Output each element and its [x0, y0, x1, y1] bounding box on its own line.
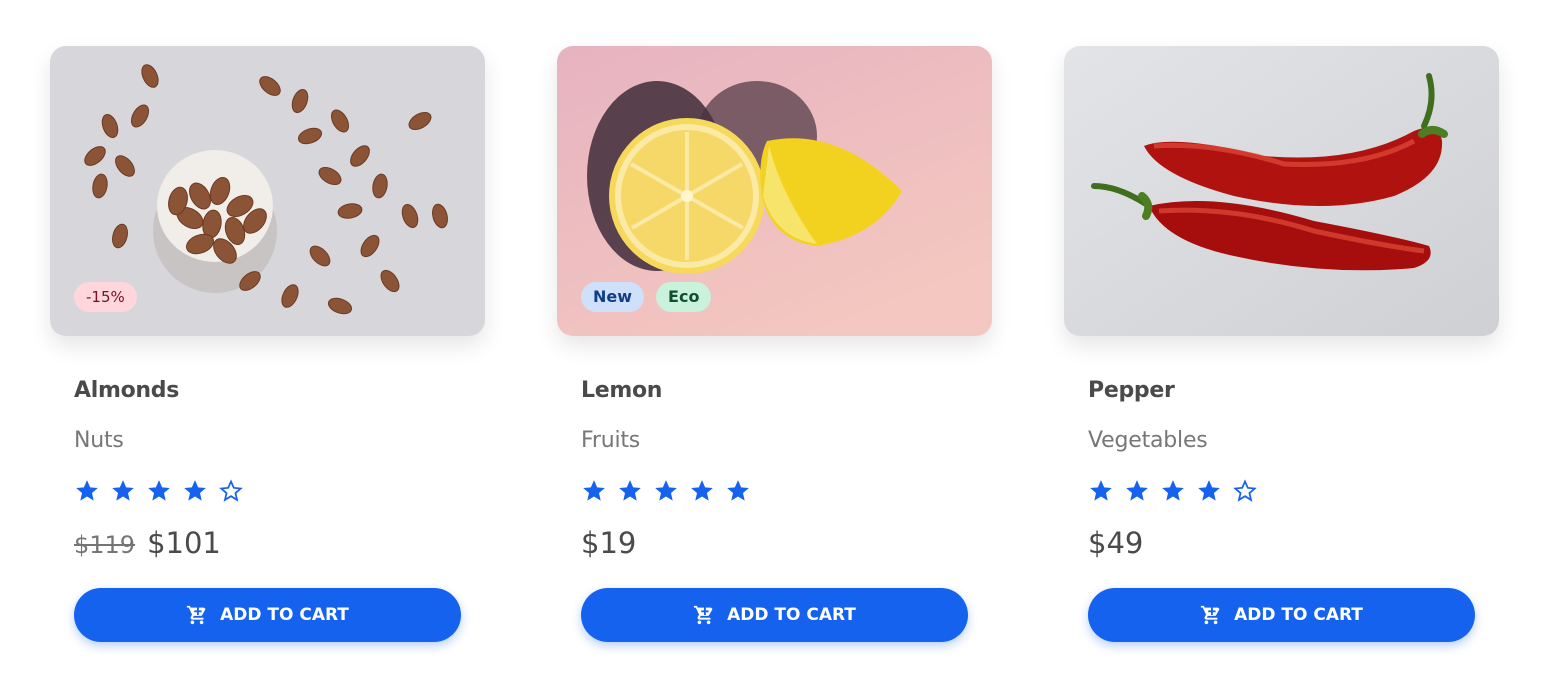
- star-filled-icon[interactable]: [1124, 478, 1150, 504]
- star-filled-icon[interactable]: [1088, 478, 1114, 504]
- badge-list: New Eco: [581, 282, 712, 312]
- price-block: $119 $101: [74, 526, 461, 562]
- star-filled-icon[interactable]: [653, 478, 679, 504]
- add-to-cart-label: ADD TO CART: [1234, 605, 1363, 625]
- star-filled-icon[interactable]: [146, 478, 172, 504]
- rating-stars[interactable]: [581, 478, 968, 504]
- current-price: $49: [1088, 526, 1144, 560]
- rating-stars[interactable]: [74, 478, 461, 504]
- star-outline-icon[interactable]: [1232, 478, 1258, 504]
- product-card-almonds: -15% Almonds Nuts $119 $101 ADD TO CART: [50, 46, 485, 642]
- cart-plus-icon: [1200, 605, 1220, 625]
- badge-list: -15%: [74, 282, 137, 312]
- product-image-almonds[interactable]: -15%: [50, 46, 485, 336]
- product-category: Vegetables: [1088, 428, 1208, 453]
- star-filled-icon[interactable]: [689, 478, 715, 504]
- product-name[interactable]: Almonds: [74, 378, 461, 406]
- current-price: $101: [147, 526, 221, 560]
- product-name[interactable]: Pepper: [1088, 378, 1475, 406]
- product-image-lemon[interactable]: New Eco: [557, 46, 992, 336]
- product-name[interactable]: Lemon: [581, 378, 968, 406]
- star-outline-icon[interactable]: [218, 478, 244, 504]
- star-filled-icon[interactable]: [110, 478, 136, 504]
- star-filled-icon[interactable]: [725, 478, 751, 504]
- product-card-lemon: New Eco Lemon Fruits $19 ADD TO CART: [557, 46, 992, 642]
- add-to-cart-button[interactable]: ADD TO CART: [74, 588, 461, 642]
- add-to-cart-button[interactable]: ADD TO CART: [1088, 588, 1475, 642]
- star-filled-icon[interactable]: [617, 478, 643, 504]
- cart-plus-icon: [693, 605, 713, 625]
- product-grid: -15% Almonds Nuts $119 $101 ADD TO CART: [50, 46, 1499, 642]
- cart-plus-icon: [186, 605, 206, 625]
- new-badge: New: [581, 282, 645, 312]
- star-filled-icon[interactable]: [581, 478, 607, 504]
- star-filled-icon[interactable]: [74, 478, 100, 504]
- price-block: $49: [1088, 526, 1475, 562]
- product-image-pepper[interactable]: [1064, 46, 1499, 336]
- add-to-cart-label: ADD TO CART: [727, 605, 856, 625]
- old-price: $119: [74, 531, 136, 559]
- current-price: $19: [581, 526, 637, 560]
- star-filled-icon[interactable]: [1196, 478, 1222, 504]
- add-to-cart-button[interactable]: ADD TO CART: [581, 588, 968, 642]
- product-category: Fruits: [581, 428, 641, 453]
- product-category: Nuts: [74, 428, 124, 453]
- rating-stars[interactable]: [1088, 478, 1475, 504]
- product-card-pepper: Pepper Vegetables $49 ADD TO CART: [1064, 46, 1499, 642]
- eco-badge: Eco: [656, 282, 712, 312]
- star-filled-icon[interactable]: [182, 478, 208, 504]
- add-to-cart-label: ADD TO CART: [220, 605, 349, 625]
- price-block: $19: [581, 526, 968, 562]
- discount-badge: -15%: [74, 282, 137, 312]
- star-filled-icon[interactable]: [1160, 478, 1186, 504]
